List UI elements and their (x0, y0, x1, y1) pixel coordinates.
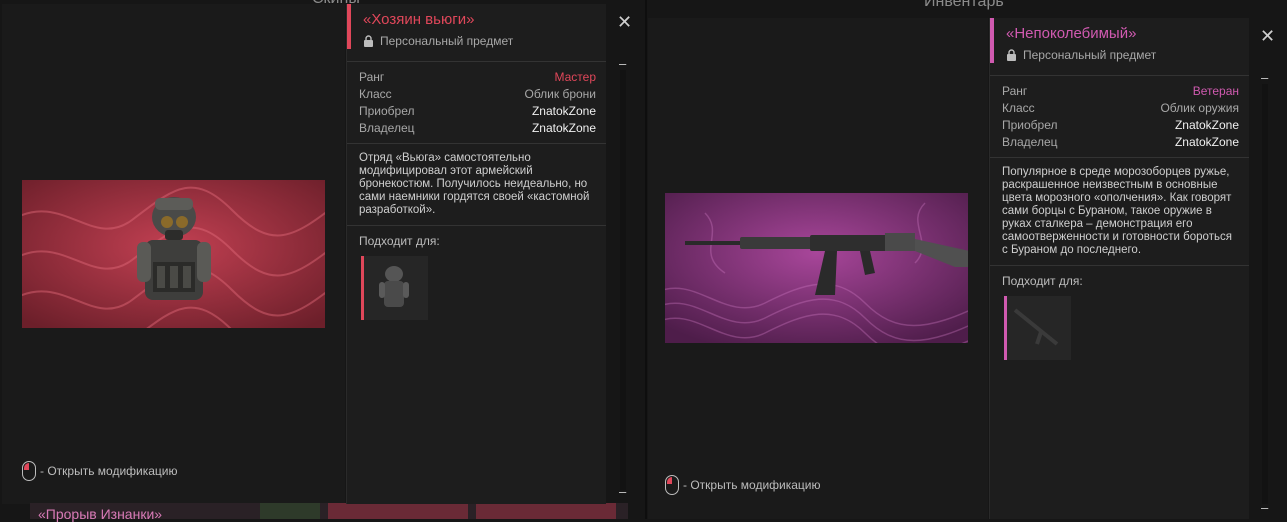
right-scrollbar[interactable] (1262, 84, 1268, 504)
item-description: Популярное в среде морозоборцев ружье, р… (990, 158, 1249, 266)
compatible-item-thumb[interactable] (1004, 296, 1071, 360)
scroll-down-minus[interactable]: – (619, 484, 626, 499)
info-row-owner: Владелец ZnatokZone (359, 120, 596, 137)
info-row-acquired: Приобрел ZnatokZone (359, 103, 596, 120)
info-key: Приобрел (359, 104, 415, 118)
fits-for-label: Подходит для: (1002, 274, 1083, 288)
personal-item-label: Персональный предмет (380, 34, 514, 48)
open-mod-hint[interactable]: - Открыть модификацию (22, 461, 178, 481)
info-key: Владелец (359, 121, 415, 135)
info-value: ZnatokZone (531, 104, 596, 118)
right-window-title: Инвентарь (924, 0, 1004, 10)
info-value: Облик брони (524, 87, 596, 101)
open-mod-hint-label: - Открыть модификацию (40, 464, 178, 478)
background-thumb (260, 503, 320, 519)
background-thumb (328, 503, 468, 519)
item-title: «Непоколебимый» (1006, 25, 1137, 42)
info-key: Ранг (1002, 84, 1028, 98)
info-row-class: Класс Облик оружия (1002, 100, 1239, 117)
close-button[interactable]: ✕ (1260, 26, 1275, 47)
card-header: «Хозяин вьюги» Персональный предмет (347, 4, 606, 49)
open-mod-hint[interactable]: - Открыть модификацию (665, 475, 821, 495)
left-bg-item-bar: «Прорыв Изнанки» (30, 503, 628, 522)
compatible-item-thumb[interactable] (361, 256, 428, 320)
info-key: Владелец (1002, 135, 1058, 149)
lock-icon (364, 35, 373, 47)
info-value: ZnatokZone (531, 121, 596, 135)
background-item-title: «Прорыв Изнанки» (38, 506, 163, 522)
left-preview-panel: - Открыть модификацию (2, 4, 345, 504)
scroll-up-minus[interactable]: – (619, 56, 626, 71)
info-value: ZnatokZone (1174, 118, 1239, 132)
personal-item-label: Персональный предмет (1023, 48, 1157, 62)
info-value: Облик оружия (1160, 101, 1239, 115)
armor-preview-image (22, 180, 325, 328)
rifle-preview-image (665, 193, 968, 343)
info-key: Класс (1002, 101, 1035, 115)
left-item-card: «Хозяин вьюги» Персональный предмет ✕ Ра… (346, 4, 632, 504)
item-info-table: Ранг Ветеран Класс Облик оружия Приобрел Zn… (990, 75, 1249, 158)
mouse-left-click-icon (665, 475, 679, 495)
window-separator (645, 0, 647, 519)
info-value: ZnatokZone (1174, 135, 1239, 149)
scroll-down-minus[interactable]: – (1261, 500, 1268, 515)
background-thumb (476, 503, 616, 519)
fits-for-label: Подходит для: (359, 234, 440, 248)
info-value: Мастер (554, 70, 596, 84)
close-button[interactable]: ✕ (617, 12, 632, 33)
info-row-rank: Ранг Мастер (359, 69, 596, 86)
item-subtitle: Персональный предмет (363, 34, 606, 48)
left-scrollbar[interactable] (620, 70, 626, 490)
scroll-up-minus[interactable]: – (1261, 70, 1268, 85)
info-key: Приобрел (1002, 118, 1058, 132)
item-subtitle: Персональный предмет (1006, 48, 1249, 62)
right-preview-panel: - Открыть модификацию (648, 18, 988, 519)
mouse-left-click-icon (22, 461, 36, 481)
info-key: Ранг (359, 70, 385, 84)
info-row-rank: Ранг Ветеран (1002, 83, 1239, 100)
item-description: Отряд «Вьюга» самостоятельно модифициров… (347, 144, 606, 226)
item-title: «Хозяин вьюги» (363, 11, 475, 28)
info-value: Ветеран (1192, 84, 1239, 98)
card-header: «Непоколебимый» Персональный предмет (990, 18, 1249, 63)
right-item-card: «Непоколебимый» Персональный предмет ✕ Р… (989, 18, 1275, 519)
open-mod-hint-label: - Открыть модификацию (683, 478, 821, 492)
lock-icon (1007, 49, 1016, 61)
info-row-acquired: Приобрел ZnatokZone (1002, 117, 1239, 134)
info-row-class: Класс Облик брони (359, 86, 596, 103)
item-info-table: Ранг Мастер Класс Облик брони Приобрел Znat… (347, 61, 606, 144)
info-key: Класс (359, 87, 392, 101)
info-row-owner: Владелец ZnatokZone (1002, 134, 1239, 151)
